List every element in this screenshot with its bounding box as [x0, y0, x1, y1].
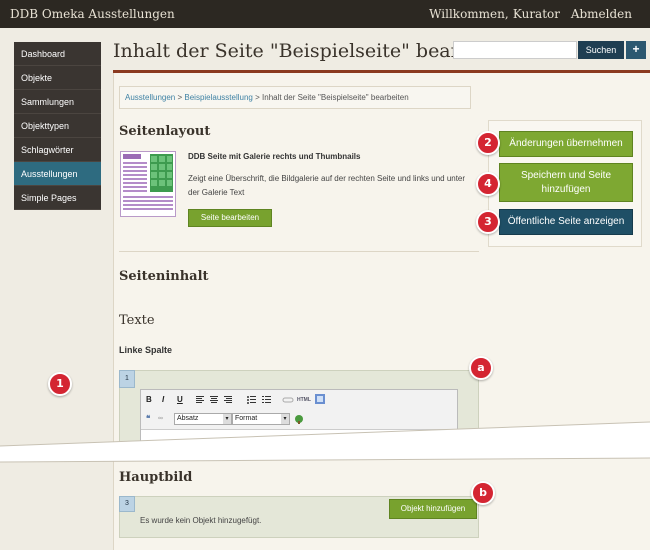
user-name[interactable]: Kurator [513, 7, 560, 21]
breadcrumb-ausstellungen[interactable]: Ausstellungen [125, 93, 175, 102]
content-heading: Seiteninhalt [119, 269, 209, 284]
blockquote-icon[interactable]: ❝ [146, 414, 150, 423]
annotation-marker-1: 1 [48, 372, 72, 396]
view-public-page-button[interactable]: Öffentliche Seite anzeigen [499, 209, 633, 235]
sidebar-item-simple-pages[interactable]: Simple Pages [14, 186, 101, 210]
annotation-marker-4: 4 [476, 172, 500, 196]
breadcrumb-current: Inhalt der Seite "Beispielseite" bearbei… [262, 93, 409, 102]
layout-name: DDB Seite mit Galerie rechts und Thumbna… [188, 152, 361, 161]
underline-button[interactable]: U [177, 395, 183, 404]
paragraph-format-select[interactable]: Absatz ▾ [174, 413, 232, 425]
align-icons[interactable] [195, 395, 235, 405]
breadcrumb-separator: > [252, 93, 263, 102]
sidebar-item-ausstellungen[interactable]: Ausstellungen [14, 162, 101, 186]
list-icons[interactable] [246, 395, 274, 405]
layout-thumbnail-image [121, 152, 175, 216]
sidebar-item-objekte[interactable]: Objekte [14, 66, 101, 90]
apply-changes-button[interactable]: Änderungen übernehmen [499, 131, 633, 157]
breadcrumb: Ausstellungen > Beispielausstellung > In… [119, 86, 471, 109]
logout-link[interactable]: Abmelden [571, 7, 632, 21]
italic-button[interactable]: I [162, 395, 164, 404]
section-divider [119, 251, 479, 252]
link-icon[interactable] [282, 395, 294, 405]
texts-heading: Texte [119, 313, 155, 328]
html-button[interactable]: HTML [297, 397, 311, 403]
edit-page-button[interactable]: Seite bearbeiten [188, 209, 272, 227]
paragraph-format-value: Absatz [177, 415, 199, 422]
layout-heading: Seitenlayout [119, 124, 211, 139]
breadcrumb-beispielausstellung[interactable]: Beispielausstellung [184, 93, 253, 102]
chevron-down-icon: ▾ [223, 414, 231, 424]
site-title[interactable]: DDB Omeka Ausstellungen [10, 7, 175, 21]
style-format-select[interactable]: Format ▾ [232, 413, 290, 425]
page-title: Inhalt der Seite "Beispielseite" bearbei… [113, 40, 508, 62]
style-format-value: Format [235, 415, 258, 422]
top-bar: DDB Omeka Ausstellungen Willkommen, Kura… [0, 0, 650, 28]
layout-thumbnail [120, 151, 176, 217]
annotation-marker-b: b [471, 481, 495, 505]
image-icon[interactable] [315, 394, 325, 404]
sidebar: Dashboard Objekte Sammlungen Objekttypen… [14, 42, 101, 210]
block-number: 1 [119, 370, 135, 388]
sidebar-item-dashboard[interactable]: Dashboard [14, 42, 101, 66]
annotation-marker-a: a [469, 356, 493, 380]
search-button[interactable]: Suchen [578, 41, 624, 59]
sidebar-item-objekttypen[interactable]: Objekttypen [14, 114, 101, 138]
sidebar-item-sammlungen[interactable]: Sammlungen [14, 90, 101, 114]
sidebar-item-schlagwoerter[interactable]: Schlagwörter [14, 138, 101, 162]
advanced-search-button[interactable]: + [626, 41, 646, 59]
editor-text-area[interactable] [141, 429, 457, 442]
search-input[interactable] [453, 41, 577, 59]
welcome-label: Willkommen, [429, 7, 509, 21]
main-image-heading: Hauptbild [119, 470, 193, 485]
unlink-icon[interactable]: ∞ [158, 415, 163, 422]
chevron-down-icon: ▾ [281, 414, 289, 424]
left-column-label: Linke Spalte [119, 345, 173, 355]
add-object-button[interactable]: Objekt hinzufügen [389, 499, 477, 519]
annotation-marker-2: 2 [476, 131, 500, 155]
block-number: 3 [119, 496, 135, 512]
no-object-message: Es wurde kein Objekt hinzugefügt. [140, 516, 262, 525]
annotation-marker-3: 3 [476, 210, 500, 234]
welcome-message: Willkommen, Kurator [429, 7, 560, 21]
save-and-add-page-button[interactable]: Speichern und Seite hinzufügen [499, 163, 633, 202]
bold-button[interactable]: B [146, 395, 152, 404]
media-icon[interactable] [294, 414, 304, 424]
layout-description: Zeigt eine Überschrift, die Bildgalerie … [188, 174, 466, 197]
